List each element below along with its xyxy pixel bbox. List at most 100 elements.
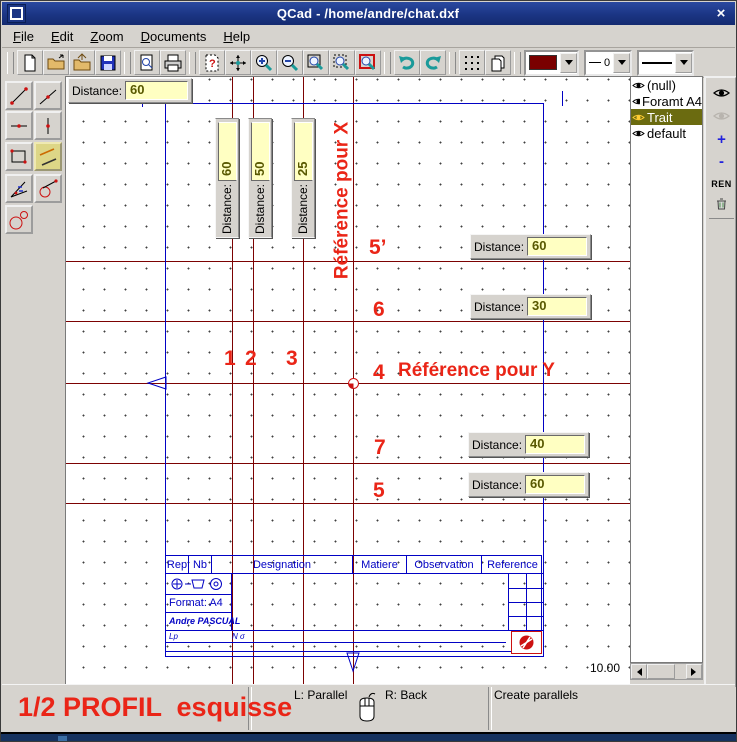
main-toolbar: ? <box>2 48 735 78</box>
distance-input[interactable]: 50 <box>251 122 270 181</box>
menu-zoom[interactable]: Zoom <box>90 29 123 44</box>
mouse-right-hint: R: Back <box>385 688 427 702</box>
open-file-button[interactable] <box>43 50 69 75</box>
redraw-icon: ? <box>202 53 222 73</box>
menu-documents[interactable]: Documents <box>141 29 207 44</box>
tool-rectangle[interactable] <box>5 142 33 171</box>
zoom-out-button[interactable] <box>277 50 303 75</box>
distance-input[interactable]: 30 <box>527 297 587 316</box>
system-menu-button[interactable] <box>7 4 26 23</box>
show-all-layers-button[interactable] <box>709 83 734 102</box>
open-recent-button[interactable] <box>69 50 95 75</box>
distance-input[interactable]: 40 <box>525 435 585 454</box>
print-button[interactable] <box>160 50 186 75</box>
width-dropdown-button[interactable] <box>613 53 630 73</box>
tool-parallel[interactable] <box>34 142 62 171</box>
reference-y-label: Référence pour Y <box>398 361 555 380</box>
undo-button[interactable] <box>394 50 420 75</box>
title-bar[interactable]: QCad - /home/andre/chat.dxf × <box>2 2 735 25</box>
annotation-number-5: 5 <box>373 480 385 501</box>
delete-layer-button[interactable] <box>709 194 734 213</box>
eye-closed-icon <box>713 110 730 122</box>
zoom-in-icon <box>254 53 274 73</box>
zoom-out-icon <box>280 53 300 73</box>
layer-item-trait[interactable]: Trait <box>631 109 702 125</box>
grid-toggle-button[interactable] <box>459 50 485 75</box>
color-select[interactable] <box>524 50 579 76</box>
distance-input[interactable]: 60 <box>525 475 585 494</box>
zoom-auto-icon <box>332 53 352 73</box>
toolbar-handle[interactable] <box>514 52 521 74</box>
menu-edit[interactable]: Edit <box>51 29 73 44</box>
mouse-left-hint: L: Parallel <box>294 688 347 702</box>
line-width-select[interactable]: 0 <box>584 50 632 76</box>
distance-label: Distance: <box>472 438 522 452</box>
layer-buttons-panel: + - REN <box>704 76 737 687</box>
distance-label: Distance: <box>220 184 234 234</box>
menu-help[interactable]: Help <box>223 29 250 44</box>
mouse-icon <box>356 690 378 724</box>
scroll-right-button[interactable] <box>686 664 702 679</box>
width-sample-icon <box>589 62 601 63</box>
pan-button[interactable] <box>225 50 251 75</box>
down-arrow-marker <box>344 651 362 673</box>
panel-separator <box>709 218 734 219</box>
remove-layer-button[interactable]: - <box>709 152 734 171</box>
tool-bisector[interactable] <box>5 174 33 203</box>
rename-layer-button[interactable]: REN <box>709 174 734 193</box>
toolbar-handle[interactable] <box>7 52 14 74</box>
add-layer-button[interactable]: + <box>709 130 734 149</box>
menu-file[interactable]: File <box>13 29 34 44</box>
line-style-select[interactable] <box>637 50 694 76</box>
print-preview-button[interactable] <box>134 50 160 75</box>
title-block-header-nb: Nb <box>189 556 212 574</box>
layer-item-format[interactable]: Foramt A4 <box>631 93 702 109</box>
close-button[interactable]: × <box>710 4 732 23</box>
title-block-header-observation: Observation <box>407 556 482 574</box>
distance-input[interactable]: 25 <box>294 122 313 181</box>
toolbar-handle[interactable] <box>449 52 456 74</box>
annotation-number-6: 6 <box>373 299 385 320</box>
drawing-note: 1/2 PROFIL esquisse <box>18 692 292 723</box>
tool-vertical-line[interactable] <box>34 111 62 140</box>
redraw-button[interactable]: ? <box>199 50 225 75</box>
layer-list-scrollbar[interactable] <box>630 663 703 680</box>
style-dropdown-button[interactable] <box>675 53 692 73</box>
folder-up-icon <box>72 53 92 73</box>
toolbar-handle[interactable] <box>384 52 391 74</box>
drawing-canvas[interactable]: Distance: 60 Distance:60 Distance:50 Dis… <box>65 76 630 688</box>
tool-line-angle[interactable] <box>34 81 62 110</box>
color-dropdown-button[interactable] <box>560 53 577 73</box>
zoom-in-button[interactable] <box>251 50 277 75</box>
layer-browser-button[interactable] <box>485 50 511 75</box>
zoom-previous-button[interactable] <box>355 50 381 75</box>
vertical-line-icon <box>37 115 59 137</box>
redo-button[interactable] <box>420 50 446 75</box>
zoom-auto-button[interactable] <box>329 50 355 75</box>
frame-tick-right <box>562 91 563 106</box>
tool-line-2points[interactable] <box>5 81 33 110</box>
toolbar-handle[interactable] <box>124 52 131 74</box>
toolbar-handle[interactable] <box>189 52 196 74</box>
tool-tangent-point-circle[interactable] <box>34 174 62 203</box>
layer-item-null[interactable]: (null) <box>631 77 702 93</box>
zoom-window-button[interactable] <box>303 50 329 75</box>
distance-label: Distance: <box>253 184 267 234</box>
hide-all-layers-button[interactable] <box>709 106 734 125</box>
scrollbar-thumb[interactable] <box>647 664 675 679</box>
status-divider <box>488 687 492 730</box>
tool-tangent-circles[interactable] <box>5 205 33 234</box>
title-block-grid-line <box>508 616 543 617</box>
scroll-left-button[interactable] <box>631 664 647 679</box>
distance-input[interactable]: 60 <box>125 81 188 100</box>
layer-item-default[interactable]: default <box>631 125 702 141</box>
distance-input[interactable]: 60 <box>527 237 587 256</box>
qcad-logo-icon <box>518 634 535 651</box>
save-button[interactable] <box>95 50 121 75</box>
new-file-button[interactable] <box>17 50 43 75</box>
layer-list[interactable]: (null) Foramt A4 Trait default <box>630 76 703 663</box>
eye-icon <box>632 129 645 138</box>
distance-input[interactable]: 60 <box>218 122 237 181</box>
title-block-divider <box>166 630 543 631</box>
tool-horizontal-line[interactable] <box>5 111 33 140</box>
